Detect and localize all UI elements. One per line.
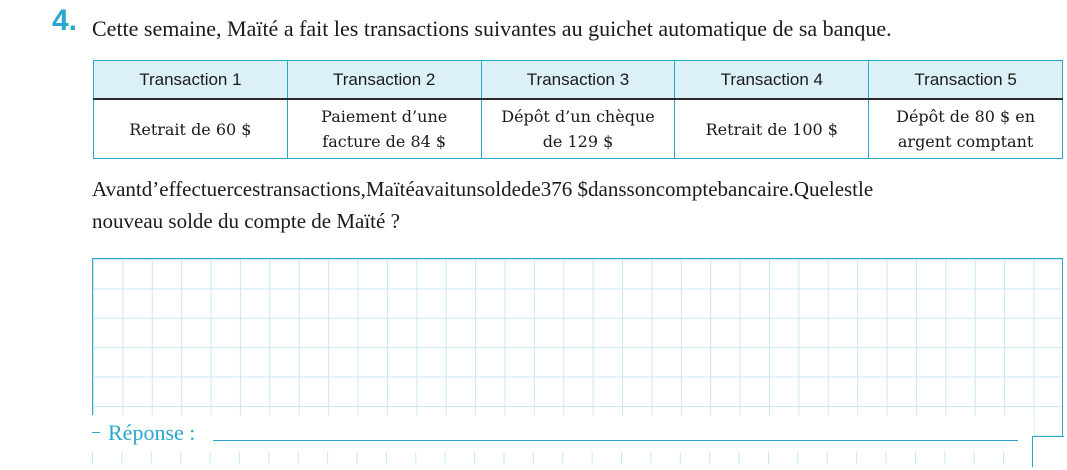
cell-line: de 129 $ — [542, 132, 614, 151]
transactions-table: Transaction 1 Transaction 2 Transaction … — [93, 60, 1063, 159]
answer-corner-notch — [1032, 436, 1064, 467]
paragraph-line-1: Avantd’effectuercestransactions,Maïtéava… — [92, 177, 874, 201]
cell-line: Paiement d’une — [321, 107, 448, 126]
cell-line: Dépôt d’un chèque — [501, 107, 655, 126]
cell-transaction-1: Retrait de 60 $ — [93, 98, 288, 159]
table-header-row: Transaction 1 Transaction 2 Transaction … — [93, 60, 1063, 100]
cell-transaction-2: Paiement d’une facture de 84 $ — [286, 98, 482, 159]
cell-line: Dépôt de 80 $ en — [896, 107, 1036, 126]
header-transaction-3: Transaction 3 — [480, 60, 676, 100]
header-transaction-4: Transaction 4 — [674, 60, 870, 100]
cell-line: Retrait de 100 $ — [705, 119, 838, 139]
cell-line: argent comptant — [897, 132, 1034, 151]
question-paragraph: Avantd’effectuercestransactions,Maïtéava… — [92, 173, 1062, 237]
answer-label: Réponse : — [108, 420, 196, 445]
question-intro: Cette semaine, Maïté a fait les transact… — [92, 16, 892, 41]
cell-transaction-4: Retrait de 100 $ — [674, 98, 870, 159]
table-row: Retrait de 60 $ Paiement d’une facture d… — [93, 98, 1063, 159]
header-transaction-5: Transaction 5 — [868, 60, 1063, 100]
cell-transaction-5: Dépôt de 80 $ en argent comptant — [868, 98, 1063, 159]
answer-dash — [92, 432, 100, 433]
paragraph-line-2: nouveau solde du compte de Maïté ? — [92, 209, 400, 233]
grid-bottom-ticks — [92, 452, 1063, 464]
question-number: 4. — [52, 4, 78, 37]
cell-line: facture de 84 $ — [322, 132, 447, 151]
cell-line: Retrait de 60 $ — [129, 119, 252, 139]
header-transaction-1: Transaction 1 — [93, 60, 288, 100]
cell-transaction-3: Dépôt d’un chèque de 129 $ — [480, 98, 676, 159]
header-transaction-2: Transaction 2 — [286, 60, 482, 100]
answer-input-line[interactable] — [213, 440, 1018, 441]
